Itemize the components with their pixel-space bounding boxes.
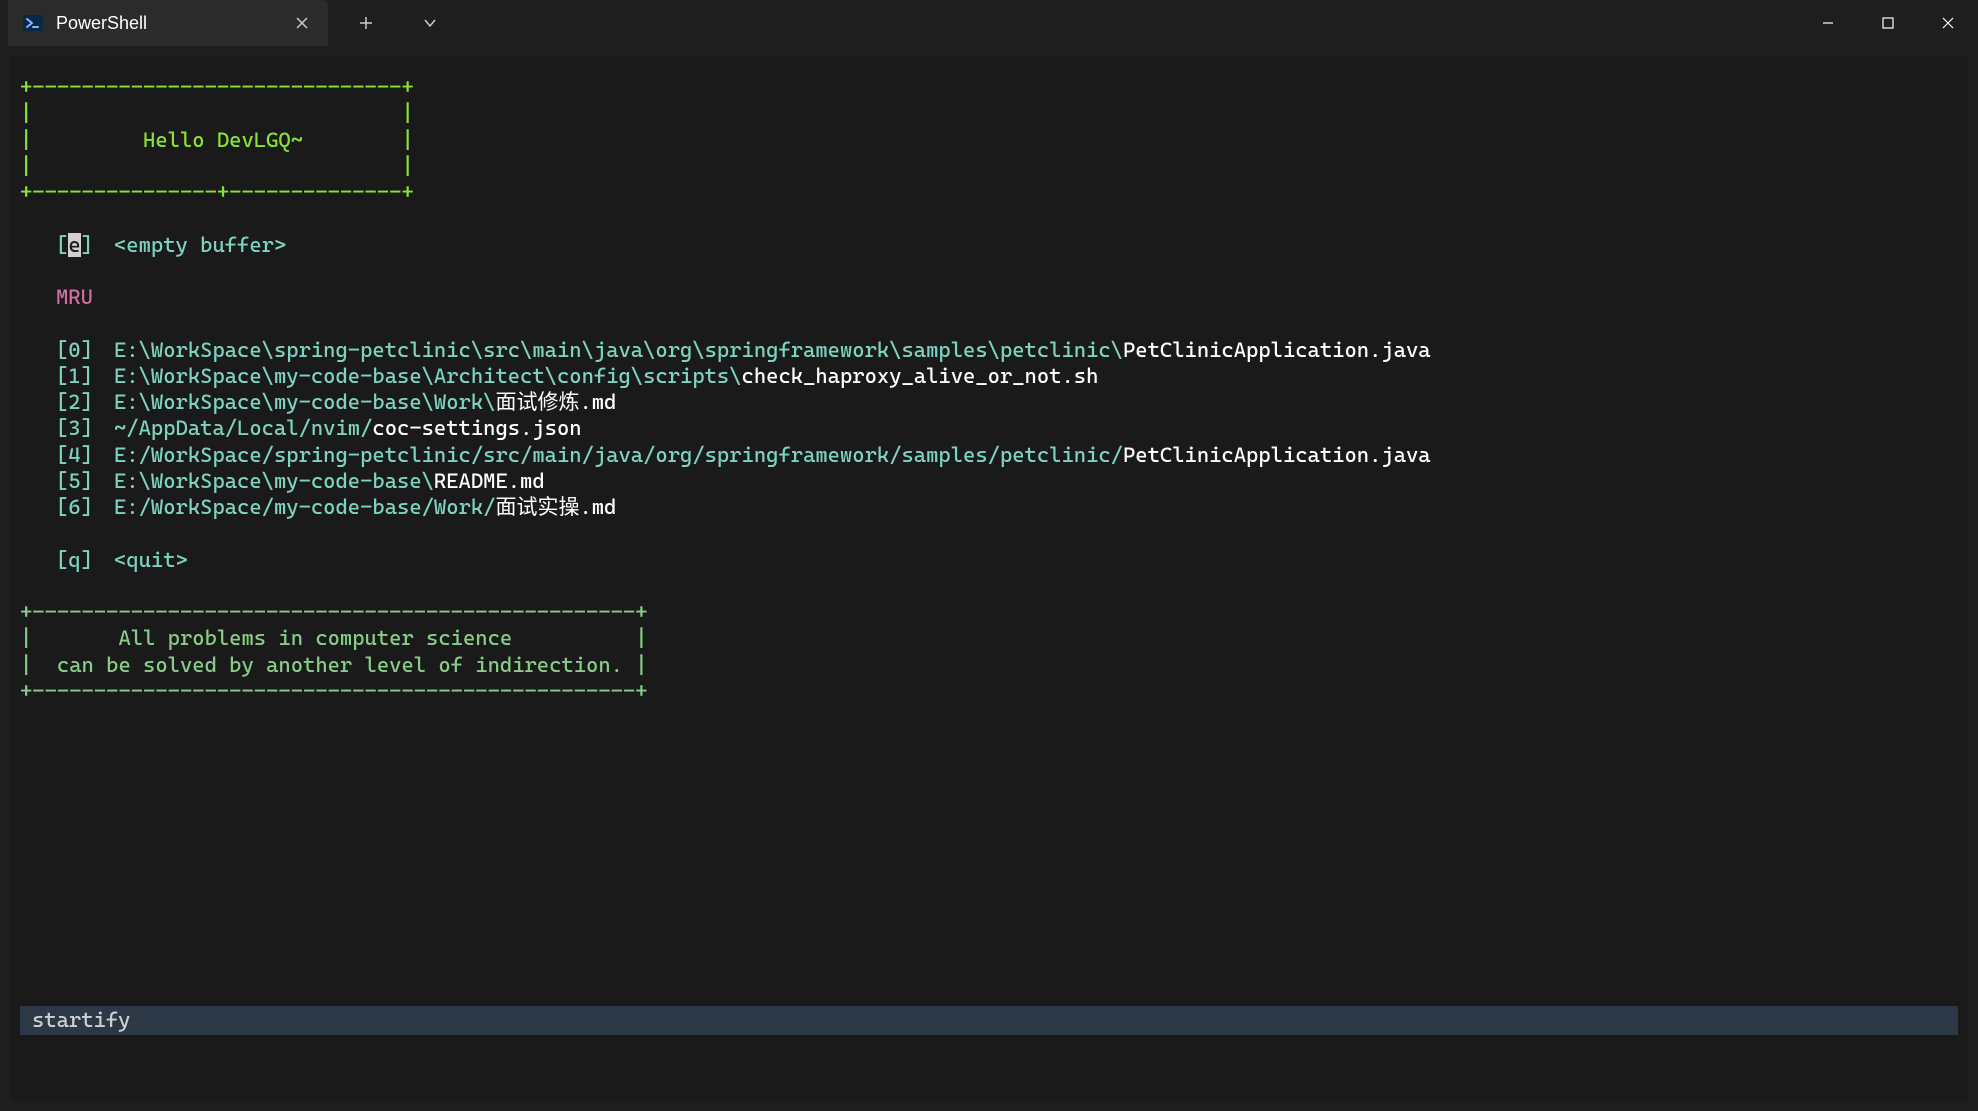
mru-row[interactable]: [6]E:/WorkSpace/my-code-base/Work/面试实操.m… [20,494,1958,520]
header-box-top: +------------------------------+ [20,74,1958,100]
mru-filename: README.md [434,469,545,493]
mru-filename: PetClinicApplication.java [1123,338,1431,362]
tab-dropdown-button[interactable] [410,0,450,46]
mru-filename: PetClinicApplication.java [1123,443,1431,467]
mru-filename: 面试实操.md [495,495,616,519]
mru-key: [3] [56,415,114,441]
header-box-bottom: +---------------+--------------+ [20,179,1958,205]
header-box-empty: | | [20,153,1958,179]
mru-path: E:\WorkSpace\my-code-base\README.md [114,468,545,494]
tab-close-button[interactable] [290,11,314,35]
window-controls [1798,0,1978,46]
powershell-icon [22,12,44,34]
empty-buffer-label: <empty buffer> [114,232,286,258]
mru-path: E:/WorkSpace/my-code-base/Work/面试实操.md [114,494,616,520]
titlebar: PowerShell [0,0,1978,46]
mru-path: E:\WorkSpace\my-code-base\Work\面试修炼.md [114,389,616,415]
mru-key: [4] [56,442,114,468]
new-tab-button[interactable] [346,0,386,46]
minimize-button[interactable] [1798,0,1858,46]
mru-row[interactable]: [2]E:\WorkSpace\my-code-base\Work\面试修炼.m… [20,389,1958,415]
mru-dir: E:\WorkSpace\my-code-base\Architect\conf… [114,364,742,388]
bracket-open: [ [56,233,68,257]
mru-row[interactable]: [4]E:/WorkSpace/spring-petclinic/src/mai… [20,442,1958,468]
mru-row[interactable]: [5]E:\WorkSpace\my-code-base\README.md [20,468,1958,494]
blank-line [20,205,1958,231]
mru-filename: coc-settings.json [372,416,581,440]
header-box-center: | Hello DevLGQ~ | [20,127,1958,153]
footer-box-top: +---------------------------------------… [20,599,1958,625]
mru-key: [6] [56,494,114,520]
mru-path: E:/WorkSpace/spring-petclinic/src/main/j… [114,442,1431,468]
blank-line [20,573,1958,599]
mru-key: [0] [56,337,114,363]
footer-quote-line2: | can be solved by another level of indi… [20,652,1958,678]
mru-row[interactable]: [0]E:\WorkSpace\spring-petclinic\src\mai… [20,337,1958,363]
empty-buffer-row[interactable]: [e] <empty buffer> [20,232,1958,258]
header-box-empty: | | [20,100,1958,126]
statusline: startify [20,1006,1958,1035]
tab-title: PowerShell [56,13,278,34]
blank-line [20,310,1958,336]
footer-box-bottom: +---------------------------------------… [20,678,1958,704]
mru-key: [5] [56,468,114,494]
tab-actions [328,0,450,46]
maximize-button[interactable] [1858,0,1918,46]
blank-line [20,520,1958,546]
mru-path: E:\WorkSpace\my-code-base\Architect\conf… [114,363,1098,389]
mru-dir: E:/WorkSpace/my-code-base/Work/ [114,495,495,519]
mru-key: [1] [56,363,114,389]
mru-dir: E:\WorkSpace\my-code-base\ [114,469,434,493]
mru-list: [0]E:\WorkSpace\spring-petclinic\src\mai… [20,337,1958,521]
mru-path: ~/AppData/Local/nvim/coc-settings.json [114,415,582,441]
close-window-button[interactable] [1918,0,1978,46]
mru-heading: MRU [20,284,1958,310]
quit-label: <quit> [114,547,188,573]
mru-row[interactable]: [3]~/AppData/Local/nvim/coc-settings.jso… [20,415,1958,441]
mru-row[interactable]: [1]E:\WorkSpace\my-code-base\Architect\c… [20,363,1958,389]
quit-key: [q] [56,547,114,573]
mru-filename: check_haproxy_alive_or_not.sh [742,364,1099,388]
mru-path: E:\WorkSpace\spring-petclinic\src\main\j… [114,337,1431,363]
quit-row[interactable]: [q] <quit> [20,547,1958,573]
mru-filename: 面试修炼.md [495,390,616,414]
blank-line [20,258,1958,284]
mru-key: [2] [56,389,114,415]
bracket-close: ] [81,233,93,257]
terminal-area[interactable]: +------------------------------+ | | | H… [10,56,1968,1101]
mru-dir: E:/WorkSpace/spring-petclinic/src/main/j… [114,443,1123,467]
mru-dir: E:\WorkSpace\spring-petclinic\src\main\j… [114,338,1123,362]
active-tab[interactable]: PowerShell [8,0,328,46]
mru-dir: E:\WorkSpace\my-code-base\Work\ [114,390,495,414]
mru-dir: ~/AppData/Local/nvim/ [114,416,372,440]
cursor-on-key: e [68,233,80,257]
footer-quote-line1: | All problems in computer science | [20,625,1958,651]
